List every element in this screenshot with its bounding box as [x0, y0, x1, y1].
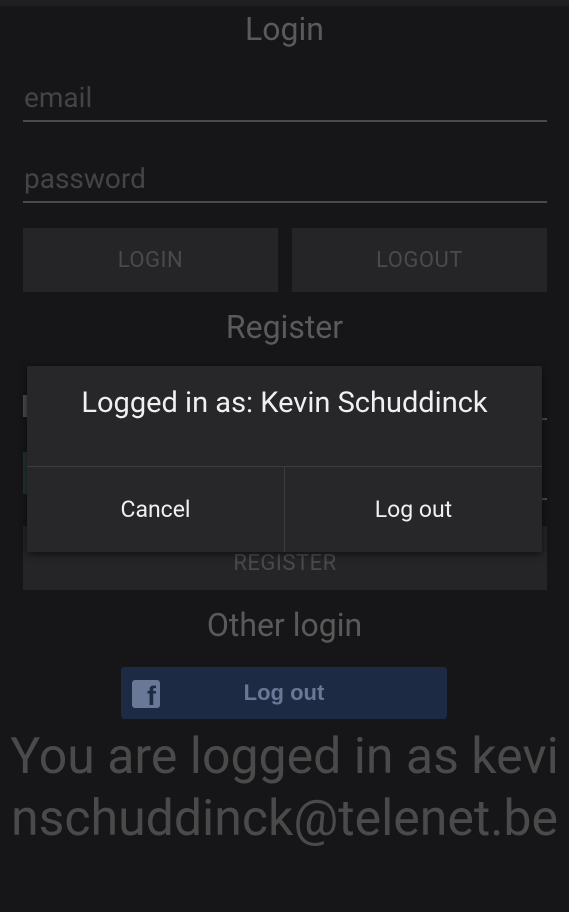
other-login-title: Other login	[206, 606, 363, 644]
facebook-logout-button[interactable]: f Log out	[121, 667, 447, 719]
login-button[interactable]: LOGIN	[23, 228, 278, 292]
password-placeholder: password	[24, 162, 146, 195]
password-field[interactable]: password	[23, 162, 547, 203]
login-title: Login	[245, 10, 324, 48]
status-bar	[0, 0, 569, 6]
logged-in-dialog: Logged in as: Kevin Schuddinck Cancel Lo…	[27, 366, 542, 552]
app-screen: Login email password LOGIN LOGOUT Regist…	[0, 0, 569, 912]
register-field2-underline-peek	[542, 498, 547, 500]
facebook-button-label: Log out	[243, 680, 325, 705]
register-title: Register	[225, 308, 344, 346]
dialog-cancel-button[interactable]: Cancel	[27, 467, 284, 552]
email-placeholder: email	[24, 81, 93, 114]
logged-in-status: You are logged in as kevinschuddinck@tel…	[10, 728, 559, 848]
dialog-message: Logged in as: Kevin Schuddinck	[81, 386, 488, 420]
register-field-underline-peek	[542, 418, 547, 420]
email-field[interactable]: email	[23, 81, 547, 122]
logout-button[interactable]: LOGOUT	[292, 228, 547, 292]
dialog-logout-button[interactable]: Log out	[285, 467, 542, 552]
